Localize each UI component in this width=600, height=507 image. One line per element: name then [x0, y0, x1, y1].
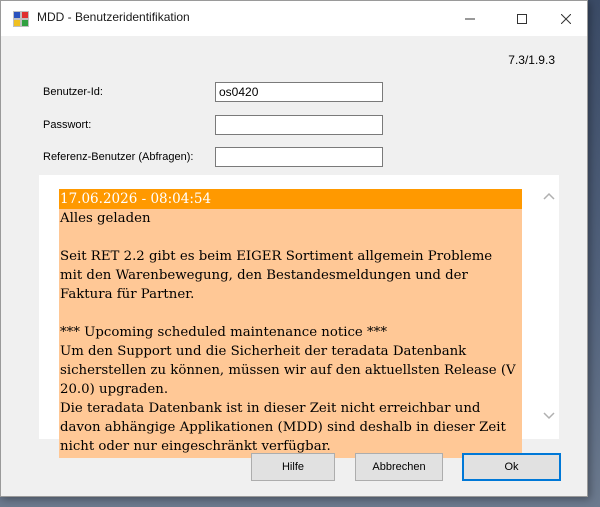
- message-body: Alles geladen Seit RET 2.2 gibt es beim …: [59, 209, 522, 458]
- login-dialog: MDD - Benutzeridentifikation 7.3/1.9.3 B…: [0, 0, 588, 497]
- version-label: 7.3/1.9.3: [508, 53, 555, 67]
- title-bar[interactable]: MDD - Benutzeridentifikation: [1, 1, 587, 36]
- password-input[interactable]: [215, 115, 383, 135]
- minimize-button[interactable]: [447, 1, 493, 36]
- reference-user-input[interactable]: [215, 147, 383, 167]
- maximize-icon: [517, 13, 527, 24]
- chevron-up-icon[interactable]: [543, 191, 555, 201]
- maximize-button[interactable]: [499, 1, 545, 36]
- close-icon: [561, 13, 571, 24]
- message-content: 17.06.2026 - 08:04:54 Alles geladen Seit…: [59, 189, 522, 458]
- cancel-button[interactable]: Abbrechen: [355, 453, 443, 481]
- close-button[interactable]: [543, 1, 589, 36]
- message-timestamp: 17.06.2026 - 08:04:54: [59, 189, 522, 209]
- message-panel[interactable]: 17.06.2026 - 08:04:54 Alles geladen Seit…: [39, 175, 559, 458]
- window-title: MDD - Benutzeridentifikation: [37, 10, 190, 24]
- chevron-down-icon[interactable]: [543, 411, 555, 421]
- reference-user-label: Referenz-Benutzer (Abfragen):: [43, 151, 194, 163]
- user-id-label: Benutzer-Id:: [43, 86, 103, 98]
- user-id-input[interactable]: [215, 82, 383, 102]
- help-button[interactable]: Hilfe: [251, 453, 335, 481]
- password-label: Passwort:: [43, 119, 92, 131]
- ok-button[interactable]: Ok: [462, 453, 561, 481]
- minimize-icon: [465, 18, 475, 19]
- app-grid-icon: [13, 11, 29, 27]
